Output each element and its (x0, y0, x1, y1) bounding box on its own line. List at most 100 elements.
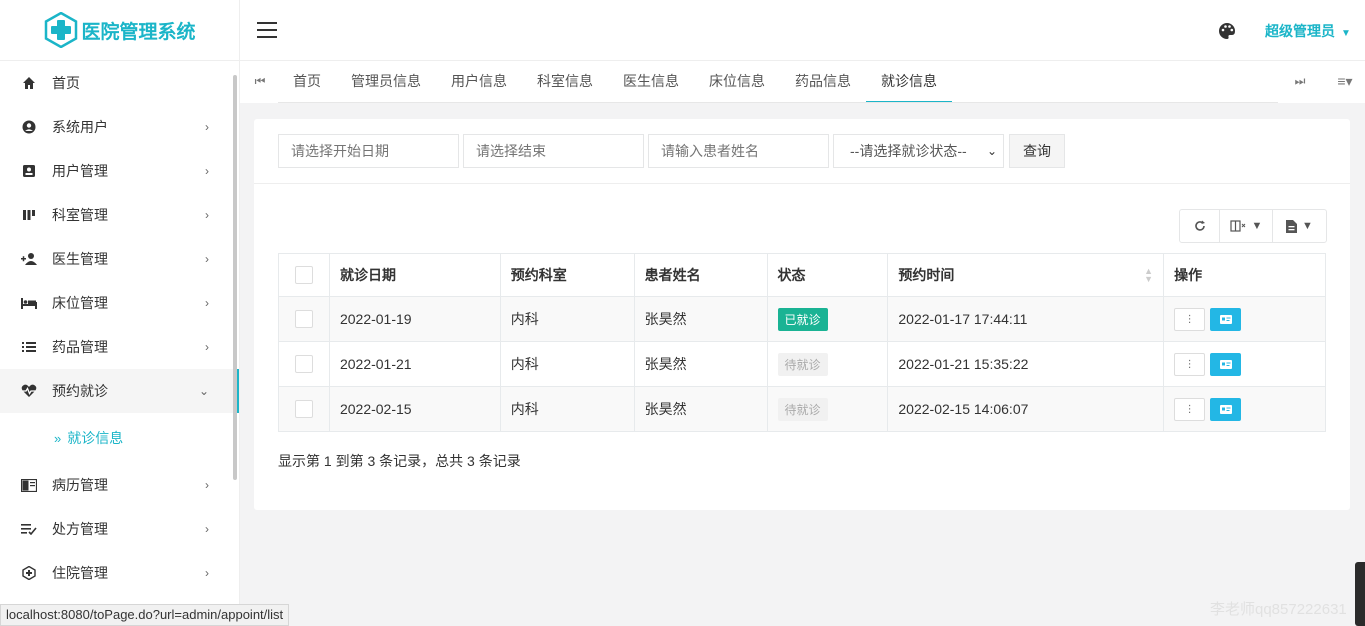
row-checkbox[interactable] (294, 310, 313, 329)
sidebar-item-appointment[interactable]: 预约就诊 ⌄ (0, 369, 239, 413)
top-header: 超级管理员 ▼ (240, 0, 1365, 61)
logo[interactable]: 医院管理系统 (0, 0, 239, 61)
sidebar-item-label: 预约就诊 (52, 383, 108, 399)
tab-home[interactable]: 首页 (278, 61, 336, 101)
status-select-value: --请选择就诊状态-- (850, 143, 967, 159)
cell-status: 待就诊 (766, 341, 889, 387)
id-card-icon (1219, 359, 1232, 369)
cell-date: 2022-01-19 (328, 296, 501, 342)
user-circle-icon (20, 118, 38, 136)
columns-toggle-button[interactable]: ▼ (1220, 210, 1273, 242)
user-plus-icon (20, 250, 38, 268)
status-badge: 待就诊 (777, 352, 828, 376)
book-icon (20, 476, 38, 494)
content-panel: --请选择就诊状态-- ⌄ 查询 ▼ ▼ 就诊日期 预约科室 患者姓名 (254, 119, 1350, 510)
tab-drug-info[interactable]: 药品信息 (780, 61, 866, 101)
tabs: 首页 管理员信息 用户信息 科室信息 医生信息 床位信息 药品信息 就诊信息 (278, 61, 952, 103)
select-all-checkbox[interactable] (294, 266, 313, 285)
palette-icon[interactable] (1218, 22, 1236, 40)
table-toolbar: ▼ ▼ (1179, 209, 1327, 243)
cell-actions: ⋮ (1163, 341, 1326, 387)
tab-user-info[interactable]: 用户信息 (436, 61, 522, 101)
heartbeat-icon (20, 382, 38, 400)
sidebar-item-label: 医生管理 (52, 251, 108, 267)
double-chevron-right-icon: » (54, 430, 62, 446)
tab-doctor-info[interactable]: 医生信息 (608, 61, 694, 101)
column-header-status[interactable]: 状态 (766, 253, 889, 297)
list-check-icon (20, 520, 38, 538)
tabs-divider (278, 102, 1278, 103)
columns-toggle-icon (1229, 220, 1245, 232)
tabs-scroll-left-icon[interactable]: ⏮ (240, 61, 280, 101)
end-date-input[interactable] (463, 134, 644, 168)
cell-time: 2022-01-17 17:44:11 (887, 296, 1165, 342)
tabs-scroll-right-icon[interactable]: ⏭ (1280, 61, 1320, 101)
cell-dept: 内科 (499, 341, 635, 387)
id-card-icon (1219, 314, 1232, 324)
column-header-dept[interactable]: 预约科室 (499, 253, 635, 297)
tab-bed-info[interactable]: 床位信息 (694, 61, 780, 101)
sidebar-item-inpatient-management[interactable]: 住院管理 › (0, 551, 239, 595)
cell-time: 2022-02-15 14:06:07 (887, 386, 1165, 432)
appointments-table: 就诊日期 预约科室 患者姓名 状态 预约时间 ▲ ▼ 操作 2022-01-19 内… (278, 253, 1326, 432)
row-checkbox[interactable] (294, 400, 313, 419)
view-detail-button[interactable] (1210, 397, 1242, 421)
column-header-actions: 操作 (1163, 253, 1326, 297)
export-button[interactable]: ▼ (1273, 210, 1326, 242)
cell-dept: 内科 (499, 386, 635, 432)
tabs-menu-icon[interactable]: ≡▾ (1325, 61, 1365, 101)
sidebar-item-prescription-management[interactable]: 处方管理 › (0, 507, 239, 551)
cell-dept: 内科 (499, 296, 635, 342)
caret-down-icon: ▼ (1251, 220, 1263, 232)
menu-toggle-icon[interactable] (257, 22, 277, 38)
row-checkbox[interactable] (294, 355, 313, 374)
select-all-cell (278, 253, 330, 297)
sidebar-item-drug-management[interactable]: 药品管理 › (0, 325, 239, 369)
chevron-down-icon: ⌄ (986, 144, 997, 158)
more-actions-button[interactable]: ⋮ (1174, 352, 1206, 376)
refresh-button[interactable] (1180, 210, 1220, 242)
tab-admin-info[interactable]: 管理员信息 (336, 61, 436, 101)
view-detail-button[interactable] (1210, 307, 1242, 331)
sidebar-item-doctor-management[interactable]: 医生管理 › (0, 237, 239, 281)
side-widget[interactable] (1355, 562, 1365, 626)
user-menu[interactable]: 超级管理员 ▼ (1265, 21, 1351, 41)
chevron-right-icon: › (205, 120, 209, 134)
sidebar-scrollbar[interactable] (233, 75, 237, 480)
patient-name-input[interactable] (648, 134, 829, 168)
cell-status: 待就诊 (766, 386, 889, 432)
more-actions-button[interactable]: ⋮ (1174, 307, 1206, 331)
column-header-time[interactable]: 预约时间 ▲ ▼ (887, 253, 1165, 297)
row-select-cell (278, 296, 330, 342)
sidebar-item-user-management[interactable]: 用户管理 › (0, 149, 239, 193)
chevron-right-icon: › (205, 566, 209, 580)
start-date-input[interactable] (278, 134, 459, 168)
table-row: 2022-01-21 内科 张昊然 待就诊 2022-01-21 15:35:2… (278, 341, 1326, 387)
sidebar-subitem-label: 就诊信息 (67, 430, 124, 446)
sidebar-item-medical-records[interactable]: 病历管理 › (0, 463, 239, 507)
sidebar-item-home[interactable]: 首页 (0, 61, 239, 105)
app-title: 医院管理系统 (81, 21, 196, 43)
chevron-down-icon: ⌄ (198, 384, 209, 398)
table-row: 2022-01-19 内科 张昊然 已就诊 2022-01-17 17:44:1… (278, 296, 1326, 342)
query-button[interactable]: 查询 (1009, 134, 1065, 168)
column-header-name[interactable]: 患者姓名 (633, 253, 768, 297)
sidebar-item-label: 用户管理 (52, 163, 108, 179)
tab-department-info[interactable]: 科室信息 (522, 61, 608, 101)
status-select[interactable]: --请选择就诊状态-- ⌄ (833, 134, 1004, 168)
sidebar: 医院管理系统 首页 系统用户 › 用户管理 › 科室管理 › 医生管理 › 床位… (0, 0, 240, 626)
sidebar-item-label: 住院管理 (52, 565, 108, 581)
tab-visit-info[interactable]: 就诊信息 (866, 61, 952, 103)
view-detail-button[interactable] (1210, 352, 1242, 376)
sidebar-item-department-management[interactable]: 科室管理 › (0, 193, 239, 237)
column-header-date[interactable]: 就诊日期 (328, 253, 501, 297)
tabs-bar: ⏮ 首页 管理员信息 用户信息 科室信息 医生信息 床位信息 药品信息 就诊信息… (240, 61, 1365, 103)
file-icon (1286, 219, 1298, 233)
table-row: 2022-02-15 内科 张昊然 待就诊 2022-02-15 14:06:0… (278, 386, 1326, 432)
sidebar-subitem-visit-info[interactable]: » 就诊信息 (0, 413, 239, 463)
ellipsis-vertical-icon: ⋮ (1184, 313, 1195, 325)
sidebar-item-system-users[interactable]: 系统用户 › (0, 105, 239, 149)
more-actions-button[interactable]: ⋮ (1174, 397, 1206, 421)
hospital-cross-logo-icon (45, 12, 78, 48)
sidebar-item-bed-management[interactable]: 床位管理 › (0, 281, 239, 325)
